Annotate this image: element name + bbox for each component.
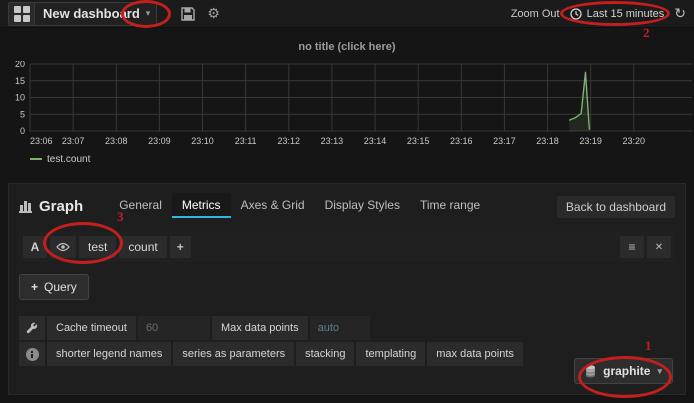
dashboard-title[interactable]: New dashboard	[35, 6, 146, 21]
clock-icon	[569, 7, 582, 20]
query-segments: test count	[79, 236, 167, 258]
svg-text:23:08: 23:08	[105, 136, 128, 146]
svg-text:23:17: 23:17	[493, 136, 516, 146]
svg-text:20: 20	[15, 61, 25, 69]
time-range-label: Last 15 minutes	[586, 7, 665, 20]
options-info-cell[interactable]	[19, 342, 45, 366]
svg-text:23:14: 23:14	[364, 136, 387, 146]
editor-tabs-row: Graph General Metrics Axes & Grid Display S…	[19, 192, 675, 218]
chevron-down-icon: ▾	[145, 8, 151, 18]
plus-icon: +	[31, 280, 39, 294]
eye-icon	[56, 242, 70, 252]
panel-type-label: Graph	[39, 198, 84, 215]
svg-text:23:09: 23:09	[148, 136, 171, 146]
save-dashboard-button[interactable]	[175, 2, 201, 26]
database-icon	[586, 364, 596, 377]
tab-general[interactable]: General	[109, 193, 172, 218]
svg-text:23:10: 23:10	[191, 136, 214, 146]
svg-text:23:11: 23:11	[235, 136, 257, 146]
time-range-picker[interactable]: Last 15 minutes	[569, 7, 665, 20]
svg-text:23:20: 23:20	[623, 136, 646, 146]
query-menu-button[interactable]: ≡	[620, 236, 644, 258]
tab-time-range[interactable]: Time range	[410, 193, 490, 218]
svg-text:5: 5	[20, 109, 25, 119]
legend-series-label: test.count	[47, 153, 91, 165]
svg-text:23:16: 23:16	[450, 136, 473, 146]
panel-title[interactable]: no title (click here)	[0, 41, 694, 55]
info-icon	[25, 347, 39, 361]
svg-text:23:15: 23:15	[407, 136, 430, 146]
svg-text:23:07: 23:07	[62, 136, 85, 146]
max-data-points-label: Max data points	[211, 316, 308, 340]
tab-display-styles[interactable]: Display Styles	[315, 193, 410, 218]
query-segment-count[interactable]: count	[119, 236, 167, 258]
add-query-label: Query	[44, 280, 77, 294]
cache-timeout-input[interactable]	[137, 316, 210, 340]
top-navbar: New dashboard ▾ ⚙ Zoom Out Last 15 minut…	[0, 0, 694, 28]
datasource-dropdown[interactable]: graphite ▾	[574, 358, 673, 384]
option-link-max-data-points[interactable]: max data points	[427, 342, 523, 366]
datasource-label: graphite	[603, 364, 651, 378]
svg-text:23:13: 23:13	[321, 136, 344, 146]
hamburger-icon: ≡	[628, 240, 636, 254]
remove-query-button[interactable]: ✕	[647, 236, 671, 258]
option-link-templating[interactable]: templating	[356, 342, 426, 366]
svg-text:23:18: 23:18	[536, 136, 559, 146]
tabs: General Metrics Axes & Grid Display Styles T…	[109, 193, 490, 218]
grafana-logo-icon[interactable]	[9, 2, 35, 25]
back-to-dashboard-button[interactable]: Back to dashboard	[556, 196, 675, 218]
chart-svg[interactable]: 0 5 10 15 20 23:06 23:07 23:08 23:09 23:10 23:11 23…	[0, 61, 694, 149]
tab-metrics[interactable]: Metrics	[171, 193, 231, 218]
panel-editor: Graph General Metrics Axes & Grid Display S…	[8, 183, 686, 395]
close-icon: ✕	[654, 241, 664, 253]
option-link-stacking[interactable]: stacking	[296, 342, 355, 366]
panel-type: Graph	[19, 198, 83, 218]
wrench-icon	[26, 322, 38, 334]
svg-text:10: 10	[15, 93, 25, 103]
query-row-letter[interactable]: A	[23, 236, 47, 258]
save-icon	[181, 6, 196, 21]
gear-icon: ⚙	[207, 5, 220, 21]
svg-text:0: 0	[20, 126, 25, 136]
query-segment-test[interactable]: test	[79, 236, 117, 258]
legend-series-dash	[30, 158, 42, 160]
dashboard-picker[interactable]: New dashboard ▾	[8, 1, 158, 26]
chart-legend[interactable]: test.count	[0, 151, 694, 167]
svg-text:23:12: 23:12	[277, 136, 300, 146]
bar-chart-icon	[19, 200, 32, 213]
tab-axes-grid[interactable]: Axes & Grid	[231, 193, 315, 218]
toggle-query-visibility-button[interactable]	[50, 236, 76, 258]
graph-panel: no title (click here) 0 5 10 15 20 23:06 23:07…	[0, 41, 694, 167]
query-row: A test count + ≡ ✕	[19, 232, 675, 262]
settings-button[interactable]: ⚙	[201, 2, 226, 26]
refresh-icon[interactable]: ↻	[674, 5, 686, 22]
options-wrench-cell[interactable]	[19, 316, 45, 340]
option-link-shorter-legend-names[interactable]: shorter legend names	[47, 342, 172, 366]
max-data-points-input[interactable]	[309, 316, 370, 340]
svg-text:15: 15	[15, 76, 25, 86]
add-segment-button[interactable]: +	[169, 236, 191, 258]
zoom-out-button[interactable]: Zoom Out	[511, 8, 560, 20]
svg-text:23:19: 23:19	[579, 136, 602, 146]
option-link-series-as-parameters[interactable]: series as parameters	[173, 342, 295, 366]
cache-timeout-label: Cache timeout	[47, 316, 136, 340]
chevron-down-icon: ▾	[657, 365, 662, 376]
svg-text:23:06: 23:06	[30, 136, 53, 146]
add-query-button[interactable]: + Query	[19, 274, 89, 300]
options-row-1: Cache timeout Max data points	[19, 316, 675, 340]
